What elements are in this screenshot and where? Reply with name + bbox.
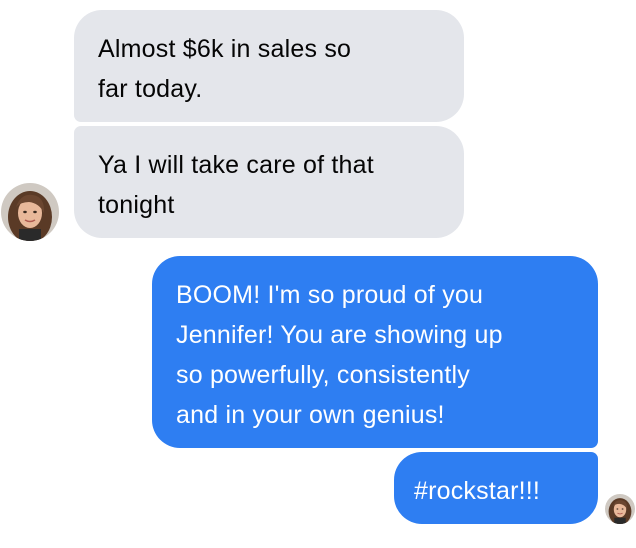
message-thread: Almost $6k in sales so far today. Ya I w… [0, 0, 636, 548]
profile-photo-icon [1, 183, 59, 241]
contact-avatar[interactable] [1, 183, 59, 241]
outgoing-message-bubble[interactable]: BOOM! I'm so proud of you Jennifer! You … [152, 256, 598, 448]
incoming-message-bubble[interactable]: Almost $6k in sales so far today. [74, 10, 464, 122]
incoming-message-bubble[interactable]: Ya I will take care of that tonight [74, 126, 464, 238]
profile-photo-icon [605, 494, 635, 524]
outgoing-message-bubble[interactable]: #rockstar!!! [394, 452, 598, 524]
read-receipt-avatar [605, 494, 635, 524]
